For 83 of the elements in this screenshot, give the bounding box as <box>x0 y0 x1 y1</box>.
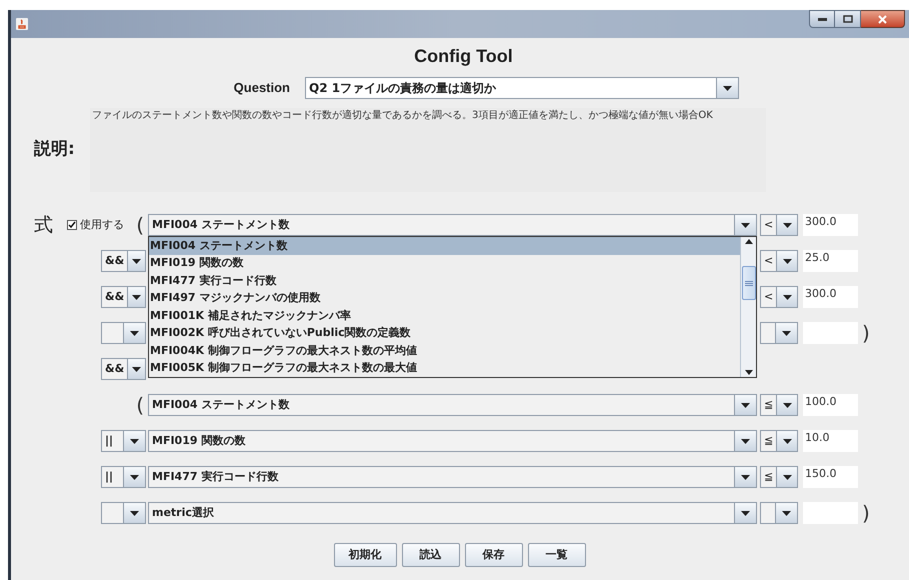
question-label: Question <box>232 79 290 98</box>
dropdown-arrow-icon <box>132 294 142 300</box>
logic-dropdown[interactable]: && <box>101 358 146 380</box>
dropdown-arrow-icon <box>741 402 750 408</box>
operator-dropdown[interactable]: < <box>760 286 798 308</box>
close-paren: ) <box>862 503 870 523</box>
logic-dropdown[interactable]: || <box>101 466 146 488</box>
threshold-field[interactable]: 25.0 <box>803 250 858 272</box>
metric-option[interactable]: MFI497 マジックナンバの使用数 <box>149 290 740 307</box>
operator-dropdown[interactable]: ≦ <box>760 466 798 488</box>
dropdown-arrow-icon <box>741 474 750 480</box>
dropdown-arrow-icon <box>723 86 732 90</box>
dropdown-arrow-icon <box>130 330 139 336</box>
dropdown-arrow-icon <box>741 222 750 228</box>
metric-option[interactable]: MFI002K 呼び出されていないPublic関数の定義数 <box>149 324 740 342</box>
scroll-down-icon <box>744 370 752 375</box>
dropdown-arrow-icon <box>782 402 792 408</box>
logic-dropdown[interactable]: && <box>101 286 146 308</box>
description-label: 説明: <box>34 138 75 162</box>
logic-dropdown[interactable] <box>101 322 146 344</box>
threshold-field[interactable]: 300.0 <box>803 214 858 236</box>
close-button[interactable] <box>861 10 905 28</box>
dropdown-arrow-icon <box>130 510 139 516</box>
operator-dropdown[interactable]: ≦ <box>760 430 798 452</box>
dropdown-arrow-icon <box>132 258 142 264</box>
threshold-field[interactable]: 150.0 <box>803 466 858 488</box>
metric-dropdown[interactable]: MFI004 ステートメント数 <box>148 214 757 236</box>
open-paren: ( <box>136 215 144 235</box>
dropdown-arrow-icon <box>782 510 791 516</box>
action-button[interactable]: 読込 <box>402 543 460 567</box>
metric-dropdown[interactable]: MFI019 関数の数 <box>148 430 757 452</box>
use-checkbox-label: 使用する <box>80 216 124 233</box>
operator-dropdown[interactable] <box>760 322 798 344</box>
grip-icon <box>744 280 752 286</box>
logic-dropdown[interactable]: && <box>101 250 146 272</box>
metric-option[interactable]: MFI477 実行コード行数 <box>149 272 740 290</box>
operator-dropdown[interactable]: < <box>760 250 798 272</box>
maximize-button[interactable] <box>835 10 861 28</box>
metric-dropdown[interactable]: MFI004 ステートメント数 <box>148 394 757 416</box>
dropdown-arrow-icon <box>130 438 139 444</box>
metric-option[interactable]: MFI004K 制御フローグラフの最大ネスト数の平均値 <box>149 342 740 360</box>
threshold-field[interactable]: 100.0 <box>803 394 858 416</box>
threshold-field[interactable]: 10.0 <box>803 430 858 452</box>
threshold-field[interactable]: 300.0 <box>803 286 858 308</box>
minimize-icon <box>818 18 826 20</box>
metric-option[interactable]: MFI005K 制御フローグラフの最大ネスト数の最大値 <box>149 360 740 377</box>
expression-label: 式 <box>34 212 53 238</box>
metric-option[interactable]: MFI001K 補足されたマジックナンバ率 <box>149 307 740 324</box>
close-paren: ) <box>862 323 870 343</box>
description-text: ファイルのステートメント数や関数の数やコード行数が適切な量であるかを調べる。3項目が適正値を満たし、かつ極端な値が無い場合OK <box>90 108 766 192</box>
operator-dropdown[interactable]: < <box>760 214 798 236</box>
dropdown-arrow-icon <box>782 222 792 228</box>
dropdown-arrow-icon <box>132 366 142 372</box>
metric-dropdown[interactable]: MFI477 実行コード行数 <box>148 466 757 488</box>
action-button[interactable]: 保存 <box>464 543 522 567</box>
window-title: Config Tool <box>414 45 513 68</box>
scroll-thumb[interactable] <box>742 266 756 300</box>
open-paren: ( <box>136 395 144 415</box>
dropdown-arrow-icon <box>782 294 792 300</box>
dropdown-arrow-icon <box>741 510 750 516</box>
operator-dropdown[interactable] <box>760 502 798 524</box>
scroll-up-icon <box>744 239 752 244</box>
close-icon <box>878 14 887 24</box>
maximize-icon <box>842 15 852 23</box>
action-button[interactable]: 初期化 <box>334 543 396 567</box>
dropdown-arrow-icon <box>782 258 792 264</box>
operator-dropdown[interactable]: ≦ <box>760 394 798 416</box>
dropdown-arrow-icon <box>782 474 792 480</box>
logic-dropdown[interactable] <box>101 502 146 524</box>
minimize-button[interactable] <box>809 10 835 28</box>
dropdown-arrow-icon <box>782 330 791 336</box>
app-icon <box>15 17 29 31</box>
metric-option[interactable]: MFI004 ステートメント数 <box>149 237 740 254</box>
metric-option[interactable]: MFI019 関数の数 <box>149 254 740 272</box>
scrollbar[interactable] <box>740 237 756 377</box>
action-button[interactable]: 一覧 <box>528 543 586 567</box>
question-dropdown[interactable]: Q2 1ファイルの責務の量は適切か <box>305 77 739 99</box>
dropdown-arrow-icon <box>741 438 750 444</box>
use-checkbox[interactable] <box>67 220 77 230</box>
metric-dropdown[interactable]: metric選択 <box>148 502 757 524</box>
dropdown-arrow-icon <box>782 438 792 444</box>
dropdown-arrow-icon <box>130 474 139 480</box>
logic-dropdown[interactable]: || <box>101 430 146 452</box>
